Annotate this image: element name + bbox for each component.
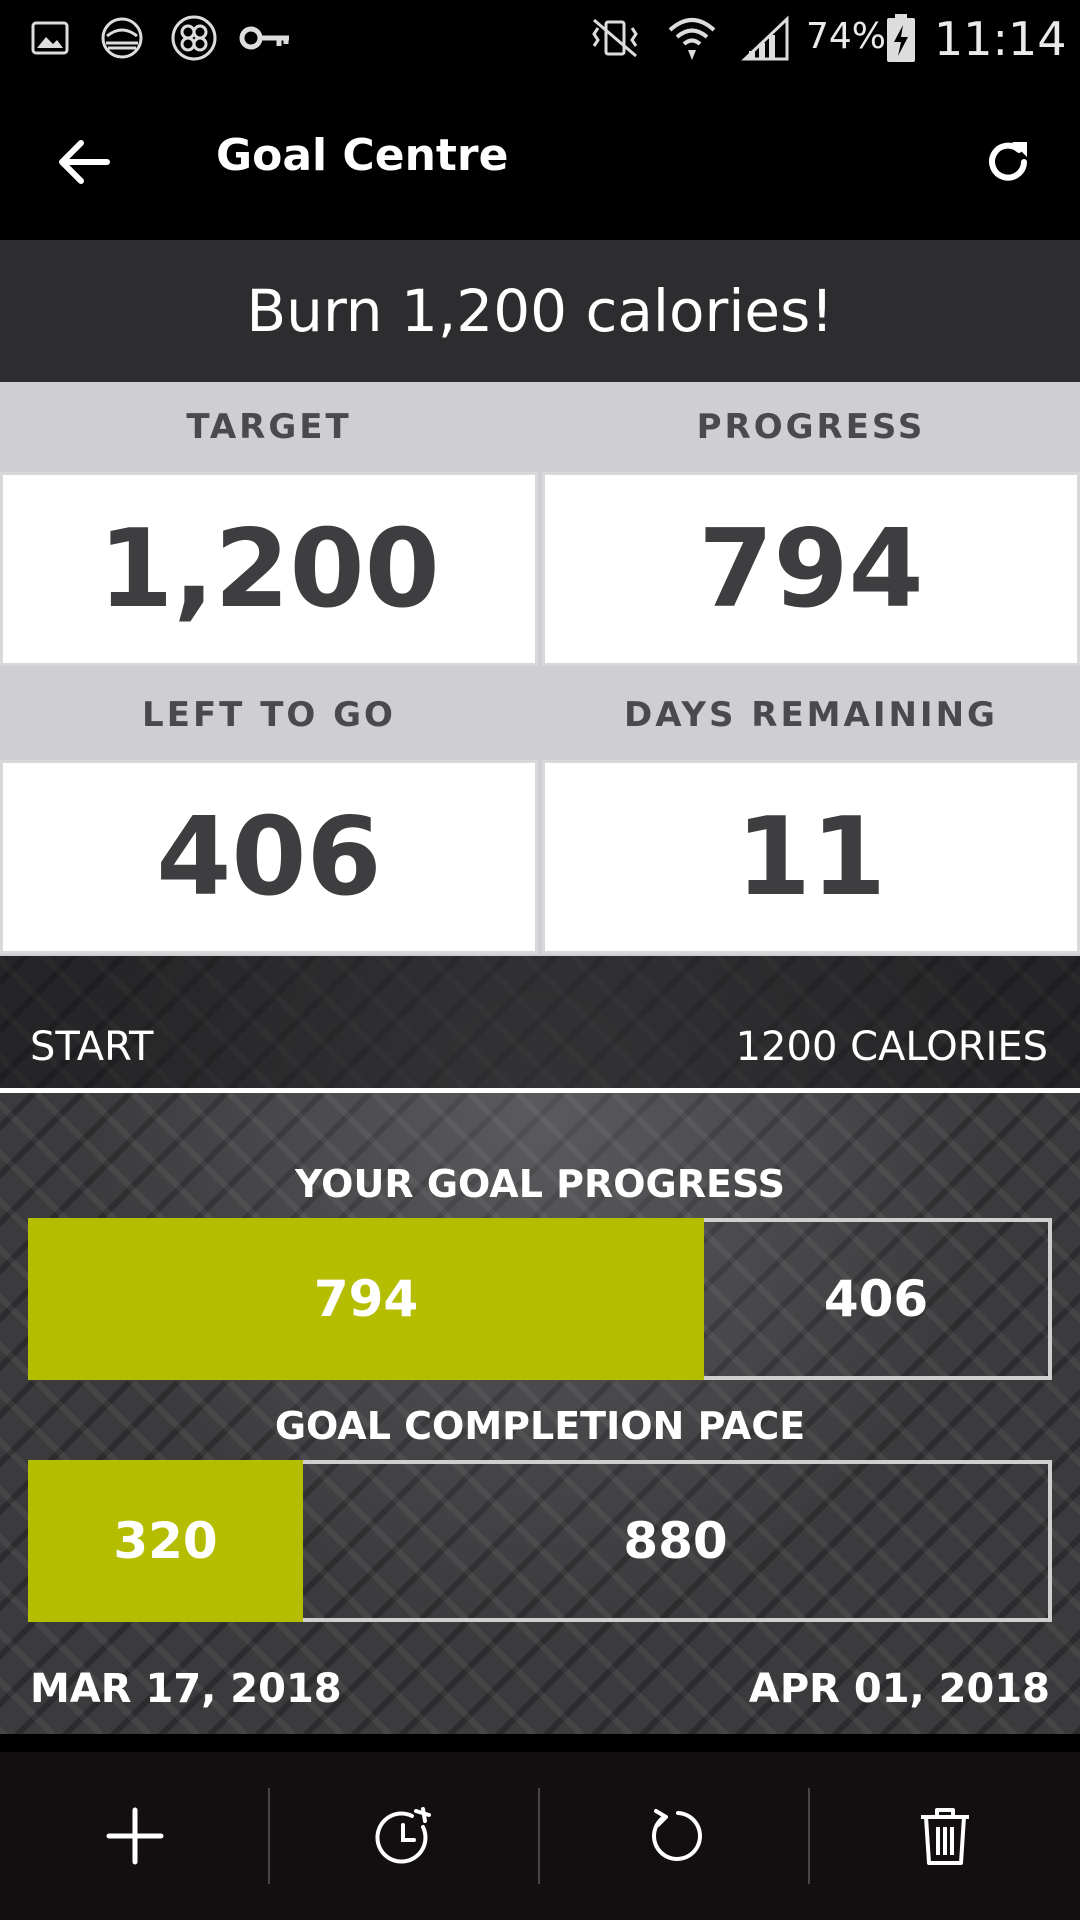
battery-percent: 74% — [806, 16, 887, 57]
goal-pace-fill: 320 — [28, 1460, 303, 1622]
timer-button[interactable] — [270, 1752, 540, 1920]
stat-value: 794 — [542, 472, 1080, 666]
wifi-icon — [664, 14, 720, 62]
reset-button[interactable] — [540, 1752, 810, 1920]
stat-days-remaining: DAYS REMAINING 11 — [542, 670, 1080, 954]
reset-icon — [652, 1809, 702, 1861]
back-button[interactable] — [44, 122, 124, 202]
pinwheel-icon — [168, 14, 220, 62]
goal-pace-title: GOAL COMPLETION PACE — [274, 1404, 806, 1448]
app-bar: Goal Centre — [0, 78, 1080, 240]
delete-button[interactable] — [810, 1752, 1080, 1920]
stat-progress: PROGRESS 794 — [542, 382, 1080, 666]
goal-progress-left-value: 406 — [823, 1270, 929, 1328]
stat-target: TARGET 1,200 — [0, 382, 538, 666]
clock: 11:14 — [934, 12, 1067, 66]
signal-icon — [740, 14, 792, 62]
goal-pace-done-value: 320 — [113, 1512, 218, 1570]
range-start-label: START — [30, 1024, 154, 1070]
add-button[interactable] — [0, 1752, 270, 1920]
range-end-label: 1200 CALORIES — [735, 1024, 1048, 1070]
stat-label: DAYS REMAINING — [542, 670, 1080, 760]
goal-pace-left-value: 880 — [623, 1512, 728, 1570]
landscape-icon — [96, 14, 148, 62]
status-bar: 74% 11:14 — [0, 0, 1080, 78]
gallery-icon — [26, 14, 74, 62]
battery-charging-icon — [884, 14, 918, 62]
goal-pace-bar: 320 880 — [28, 1460, 1052, 1622]
arrow-left-icon — [59, 140, 110, 184]
stat-label: PROGRESS — [542, 382, 1080, 472]
add-icon — [106, 1807, 164, 1865]
goal-heading-text: Burn 1,200 calories! — [246, 277, 834, 345]
goal-progress-title: YOUR GOAL PROGRESS — [295, 1162, 785, 1206]
timer-icon — [375, 1807, 431, 1864]
stat-label: TARGET — [0, 382, 538, 472]
stat-label: LEFT TO GO — [0, 670, 538, 760]
goal-progress-remaining: 406 — [704, 1222, 1048, 1376]
stat-value: 406 — [0, 760, 538, 954]
trash-icon — [921, 1808, 969, 1865]
divider — [0, 1088, 1080, 1093]
stat-value: 11 — [542, 760, 1080, 954]
end-date: APR 01, 2018 — [748, 1666, 1050, 1712]
refresh-icon — [989, 142, 1027, 181]
page-title: Goal Centre — [216, 130, 509, 181]
goal-progress-done-value: 794 — [313, 1270, 419, 1328]
stat-left-to-go: LEFT TO GO 406 — [0, 670, 538, 954]
bottom-toolbar — [0, 1752, 1080, 1920]
refresh-button[interactable] — [968, 122, 1048, 202]
goal-heading: Burn 1,200 calories! — [0, 240, 1080, 382]
stat-value: 1,200 — [0, 472, 538, 666]
start-date: MAR 17, 2018 — [30, 1666, 342, 1712]
goal-progress-fill: 794 — [28, 1218, 704, 1380]
goal-progress-bar: 794 406 — [28, 1218, 1052, 1380]
vibrate-icon — [584, 14, 646, 62]
goal-pace-remaining: 880 — [303, 1464, 1048, 1618]
key-icon — [238, 14, 294, 62]
stats-grid: TARGET 1,200 PROGRESS 794 LEFT TO GO 406… — [0, 382, 1080, 956]
